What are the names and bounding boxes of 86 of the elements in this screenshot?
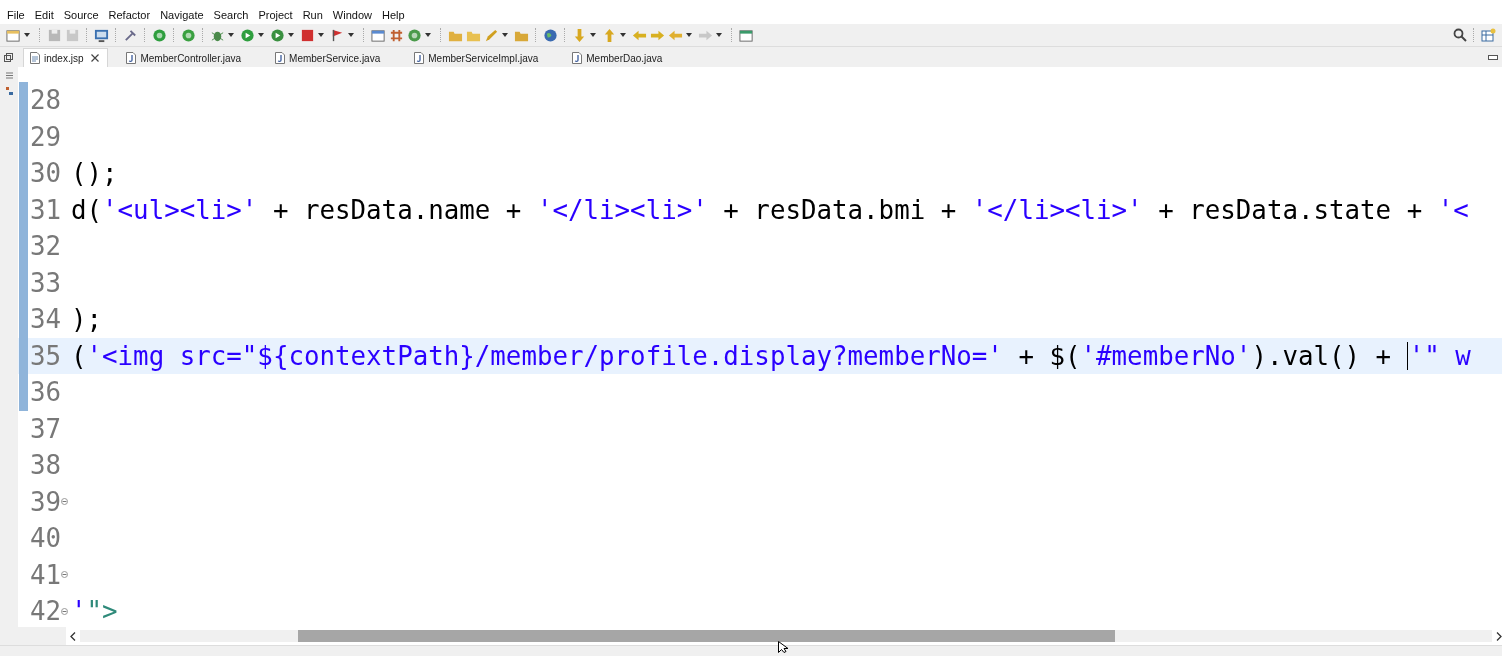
line-number: 36	[30, 377, 61, 408]
caret-icon[interactable]	[348, 33, 354, 37]
code-text: d(	[71, 194, 103, 225]
code-text: '	[71, 596, 87, 627]
code-text: '</li><li>'	[971, 194, 1143, 225]
caret-icon[interactable]	[425, 33, 431, 37]
code-text: ();	[71, 158, 118, 189]
file-icon	[30, 52, 40, 64]
menu-item[interactable]: Refactor	[103, 9, 156, 21]
minimize-icon[interactable]	[1488, 54, 1498, 60]
code-text: ">	[86, 596, 118, 627]
code-text: ).val() +	[1251, 340, 1393, 371]
code-text: + resData.name +	[271, 194, 523, 225]
code-text: );	[71, 304, 103, 335]
line-number: 35	[30, 340, 61, 371]
flag-icon[interactable]	[330, 27, 345, 43]
code-text: '" w	[1408, 340, 1471, 371]
caret-icon[interactable]	[24, 33, 30, 37]
java-file-icon	[126, 52, 137, 64]
restore-icon[interactable]	[4, 52, 13, 62]
menu-item[interactable]: Edit	[29, 9, 59, 21]
menu-item[interactable]: Run	[297, 9, 328, 21]
scroll-left-icon[interactable]	[70, 631, 76, 641]
fold-icon[interactable]	[61, 607, 68, 615]
line-number: 33	[30, 267, 61, 298]
caret-icon[interactable]	[716, 33, 722, 37]
caret-icon[interactable]	[258, 33, 264, 37]
line-number: 39	[30, 486, 61, 517]
code-text: + $(	[1017, 340, 1081, 371]
line-number: 42	[30, 596, 61, 627]
monitor-icon[interactable]	[94, 27, 109, 43]
line-number: 32	[30, 231, 61, 262]
code-text: + resData.state +	[1157, 194, 1424, 225]
menu-item[interactable]: File	[2, 9, 30, 21]
editor-tab[interactable]: MemberController.java	[120, 49, 250, 67]
java-file-icon	[572, 52, 583, 64]
line-number: 40	[30, 523, 61, 554]
editor-tab[interactable]: MemberService.java	[269, 49, 389, 67]
line-number: 28	[30, 85, 61, 116]
code-text: (	[71, 340, 87, 371]
code-text: '#memberNo'	[1080, 340, 1252, 371]
code-text: + resData.bmi +	[722, 194, 958, 225]
editor-tab[interactable]: index.jsp	[23, 48, 109, 67]
search-icon[interactable]	[1453, 28, 1467, 42]
caret-icon[interactable]	[228, 33, 234, 37]
new-window-icon[interactable]	[739, 27, 754, 43]
run-tool-icon[interactable]	[270, 27, 285, 43]
close-icon[interactable]	[91, 54, 100, 62]
perspective-icon[interactable]	[1481, 28, 1496, 42]
menu-item[interactable]: Navigate	[155, 9, 209, 21]
menu-item[interactable]: Source	[58, 9, 104, 21]
menu-item[interactable]: Help	[377, 9, 410, 21]
outline-icon[interactable]	[5, 87, 13, 96]
java-file-icon	[414, 52, 425, 64]
code-text: '</li><li>'	[536, 194, 708, 225]
code-text: '<	[1437, 194, 1469, 225]
menu-icon[interactable]	[5, 72, 13, 79]
caret-icon[interactable]	[502, 33, 508, 37]
caret-icon[interactable]	[686, 33, 692, 37]
scroll-right-icon[interactable]	[1496, 631, 1502, 641]
stop-icon[interactable]	[300, 27, 315, 43]
line-number: 29	[30, 121, 61, 152]
code-text: '<img src="${contextPath}/member/profile.display?memberNo='	[86, 340, 1003, 371]
line-number: 31	[30, 194, 61, 225]
globe-icon[interactable]	[543, 27, 558, 43]
caret-icon[interactable]	[288, 33, 294, 37]
menu-item[interactable]: Project	[253, 9, 298, 21]
code-text: '<ul><li>'	[102, 194, 258, 225]
caret-icon[interactable]	[620, 33, 626, 37]
menu-item[interactable]: Search	[208, 9, 254, 21]
fold-icon[interactable]	[61, 498, 68, 506]
scrollbar-track[interactable]	[80, 630, 1492, 642]
line-number: 41	[30, 559, 61, 590]
line-number: 37	[30, 413, 61, 444]
editor-tab[interactable]: MemberServiceImpl.java	[408, 49, 547, 67]
caret-icon[interactable]	[318, 33, 324, 37]
java-file-icon	[275, 52, 286, 64]
line-number: 30	[30, 158, 61, 189]
grid-icon[interactable]	[389, 27, 404, 43]
scrollbar-thumb[interactable]	[298, 630, 1115, 642]
line-number: 34	[30, 304, 61, 335]
fold-icon[interactable]	[61, 571, 68, 579]
line-number: 38	[30, 450, 61, 481]
editor-tab[interactable]: MemberDao.java	[566, 49, 671, 67]
menu-item[interactable]: Window	[327, 9, 377, 21]
caret-icon[interactable]	[590, 33, 596, 37]
